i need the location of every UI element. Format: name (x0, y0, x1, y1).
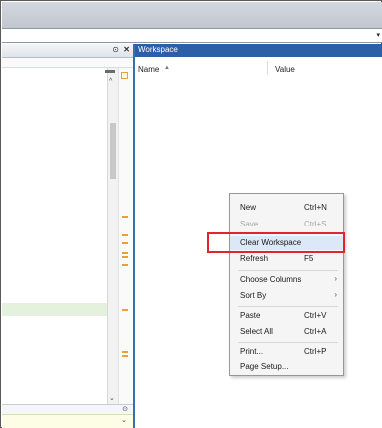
warning-marker[interactable] (122, 264, 128, 266)
address-bar[interactable]: ▾ (2, 28, 382, 43)
chevron-down-icon[interactable]: ⌄ (121, 416, 127, 424)
menu-separator (238, 306, 338, 307)
panel-options-icon[interactable]: ⊙ (122, 405, 128, 413)
menu-item-shortcut: Ctrl+S (304, 220, 327, 229)
menu-item-shortcut: Ctrl+A (304, 327, 327, 336)
menu-item-shortcut: Ctrl+N (304, 203, 327, 212)
menu-item-label: Print... (240, 347, 264, 356)
workspace-title: Workspace (135, 44, 382, 57)
editor-tab-strip (2, 58, 133, 68)
warning-marker[interactable] (122, 309, 128, 311)
warning-marker[interactable] (122, 256, 128, 258)
menu-item-shortcut: F5 (304, 254, 314, 263)
menu-item-label: Select All (240, 327, 273, 336)
menu-item-shortcut: Ctrl+P (304, 347, 327, 356)
workspace-column-headers: Name ▲ Value (135, 57, 382, 75)
menu-item-paste[interactable]: Paste Ctrl+V (230, 309, 343, 323)
menu-item-label: New (240, 203, 257, 212)
submenu-arrow-icon: › (334, 274, 337, 283)
menu-item-shortcut: Ctrl+V (304, 311, 327, 320)
editor-header: ⊙ ✕ (2, 44, 133, 58)
warning-marker[interactable] (122, 242, 128, 244)
menu-item-label: Page Setup... (240, 362, 289, 371)
scrollbar-thumb[interactable] (110, 123, 116, 179)
close-icon[interactable]: ✕ (123, 45, 130, 54)
column-header-name[interactable]: Name (138, 65, 159, 74)
title-bar (2, 2, 382, 28)
annotation-highlight-box (207, 232, 345, 253)
menu-item-print[interactable]: Print... Ctrl+P (230, 345, 343, 359)
editor-pane: ⊙ ✕ ^ ⌄ ⊙ ⌄ (2, 44, 133, 428)
menu-item-label: Paste (240, 311, 261, 320)
menu-item-sort-by[interactable]: Sort By › (230, 289, 343, 303)
menu-item-label: Save (240, 220, 259, 229)
warning-marker[interactable] (122, 351, 128, 353)
scroll-position-indicator (105, 70, 115, 73)
menu-item-save: Save Ctrl+S (230, 218, 343, 229)
command-window-strip[interactable]: ⌄ (2, 414, 133, 428)
menu-separator (238, 342, 338, 343)
application-window: ▾ ⊙ ✕ ^ ⌄ ⊙ ⌄ Workspace Name ▲ Value New… (0, 0, 382, 428)
menu-item-select-all[interactable]: Select All Ctrl+A (230, 325, 343, 339)
menu-separator (238, 270, 338, 271)
panel-options-icon[interactable]: ⊙ (112, 45, 119, 54)
menu-item-page-setup[interactable]: Page Setup... (230, 360, 343, 374)
submenu-arrow-icon: › (334, 290, 337, 299)
menu-item-choose-columns[interactable]: Choose Columns › (230, 273, 343, 287)
warning-marker[interactable] (122, 216, 128, 218)
analyzer-status-icon[interactable] (121, 72, 128, 79)
menu-item-label: Sort By (240, 291, 267, 300)
menu-item-label: Refresh (240, 254, 269, 263)
menu-item-label: Choose Columns (240, 275, 302, 284)
scroll-up-icon[interactable]: ^ (109, 78, 112, 85)
code-analyzer-markers (118, 68, 133, 404)
warning-marker[interactable] (122, 252, 128, 254)
chevron-down-icon[interactable]: ▾ (376, 31, 380, 39)
warning-marker[interactable] (122, 234, 128, 236)
column-header-value[interactable]: Value (275, 65, 295, 74)
warning-marker[interactable] (122, 355, 128, 357)
editor-scrollbar[interactable]: ^ ⌄ (105, 68, 118, 404)
workspace-context-menu: New Ctrl+N Save Ctrl+S Clear Workspace R… (229, 193, 344, 376)
menu-item-new[interactable]: New Ctrl+N (230, 201, 343, 215)
scroll-down-icon[interactable]: ⌄ (109, 394, 115, 402)
menu-item-refresh[interactable]: Refresh F5 (230, 252, 343, 266)
column-separator[interactable] (267, 61, 268, 75)
highlighted-code-line (2, 303, 108, 316)
command-panel-header: ⊙ (2, 404, 133, 414)
sort-ascending-icon: ▲ (164, 65, 170, 71)
